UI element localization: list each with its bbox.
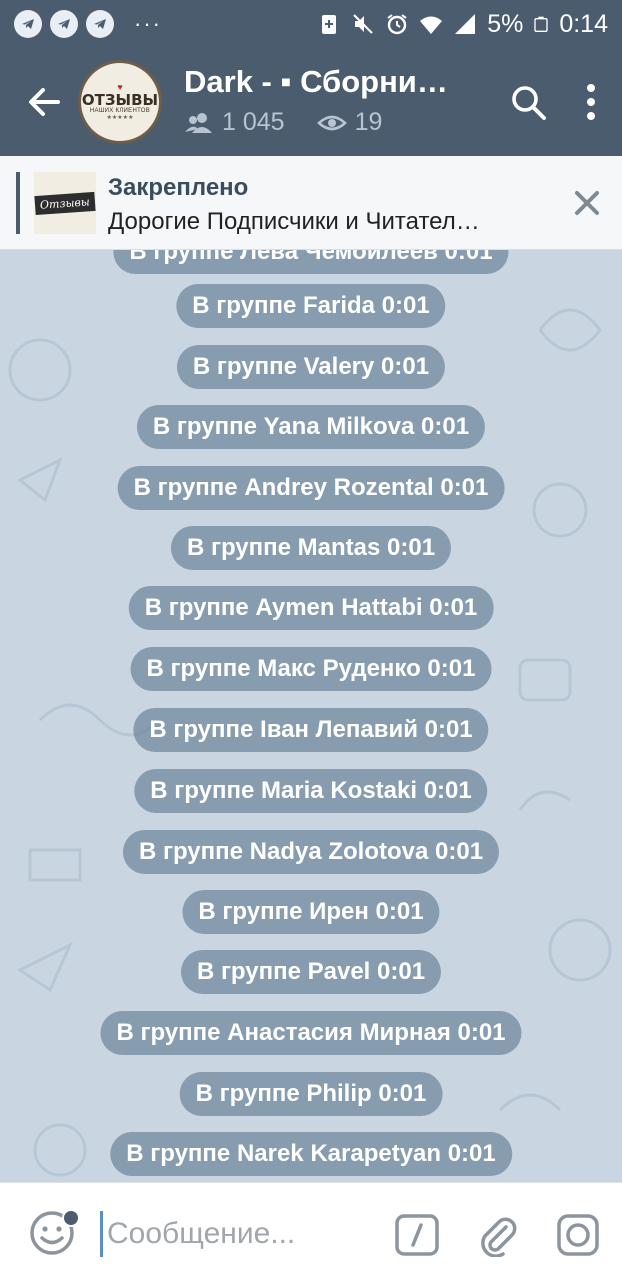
pinned-text: Дорогие Подписчики и Читател… (108, 208, 480, 235)
clock: 0:14 (559, 9, 608, 38)
pinned-thumbnail-text: Отзывы (34, 191, 96, 215)
telegram-notification-icon (14, 10, 42, 38)
emoji-notification-dot (62, 1209, 80, 1227)
service-message: В группе Іван Лепавий 0:01 (133, 708, 489, 752)
message-input[interactable] (100, 1211, 360, 1257)
channel-avatar[interactable]: ♥ ОТЗЫВЫ НАШИХ КЛИЕНТОВ ★★★★★ (78, 60, 162, 144)
avatar-logo-text: ОТЗЫВЫ (81, 91, 159, 109)
chat-stats: 1 045 19 (184, 108, 382, 137)
system-status: 5% 0:14 (317, 10, 608, 39)
stars-icon: ★★★★★ (106, 115, 134, 121)
service-message: В группе Narek Karapetyan 0:01 (110, 1132, 512, 1176)
service-message: В группе Aymen Hattabi 0:01 (128, 586, 494, 630)
service-message: В группе Valery 0:01 (176, 345, 446, 389)
status-bar: ··· 5% 0:14 (0, 0, 622, 48)
service-message: В группе Nadya Zolotova 0:01 (122, 830, 500, 874)
service-message: В группе Yana Milkova 0:01 (136, 405, 486, 449)
telegram-notification-icon (50, 10, 78, 38)
bot-command-icon[interactable] (394, 1213, 440, 1257)
search-icon[interactable] (508, 82, 548, 122)
service-message: В группе Ирен 0:01 (182, 890, 440, 934)
service-message: В группе Philip 0:01 (179, 1072, 443, 1116)
battery-saver-icon (322, 15, 337, 34)
telegram-notification-icon (86, 10, 114, 38)
message-list[interactable]: В группе Лёва Чемоилеев 0:01 В группе Fa… (0, 250, 622, 1182)
signal-icon (455, 14, 476, 34)
service-message: В группе Mantas 0:01 (170, 526, 452, 570)
service-message: В группе Макс Руденко 0:01 (130, 647, 492, 691)
service-message: В группе Анастасия Мирная 0:01 (100, 1011, 522, 1055)
paperclip-icon[interactable] (476, 1213, 520, 1257)
message-composer (0, 1182, 622, 1280)
pinned-message[interactable]: Отзывы Закреплено Дорогие Подписчики и Ч… (0, 156, 622, 250)
service-message: В группе Pavel 0:01 (180, 950, 442, 994)
members-icon (185, 112, 212, 133)
mute-icon (353, 14, 373, 34)
eye-icon (316, 115, 347, 130)
battery-percent: 5% (487, 9, 524, 38)
more-notifications-indicator: ··· (134, 11, 162, 36)
close-icon[interactable] (570, 186, 604, 220)
more-vert-icon[interactable] (576, 80, 606, 124)
service-message: В группе Farida 0:01 (176, 284, 446, 328)
service-message: В группе Лёва Чемоилеев 0:01 (113, 250, 509, 274)
online-count: 19 (354, 108, 383, 136)
subscriber-count: 1 045 (222, 108, 285, 136)
battery-icon (534, 16, 548, 32)
back-arrow-icon[interactable] (24, 82, 64, 122)
alarm-icon (387, 14, 407, 35)
pinned-label: Закреплено (108, 174, 249, 201)
service-message: В группе Andrey Rozental 0:01 (117, 466, 505, 510)
camera-icon[interactable] (556, 1213, 600, 1257)
service-message: В группе Maria Kostaki 0:01 (134, 769, 488, 813)
notification-icons: ··· (14, 10, 162, 38)
chat-title[interactable]: Dark - ▪ Сборни… (184, 64, 484, 100)
wifi-icon (420, 16, 443, 34)
chat-header: ♥ ОТЗЫВЫ НАШИХ КЛИЕНТОВ ★★★★★ Dark - ▪ С… (0, 48, 622, 156)
pinned-thumbnail: Отзывы (34, 172, 96, 234)
pinned-accent-bar (16, 172, 20, 234)
